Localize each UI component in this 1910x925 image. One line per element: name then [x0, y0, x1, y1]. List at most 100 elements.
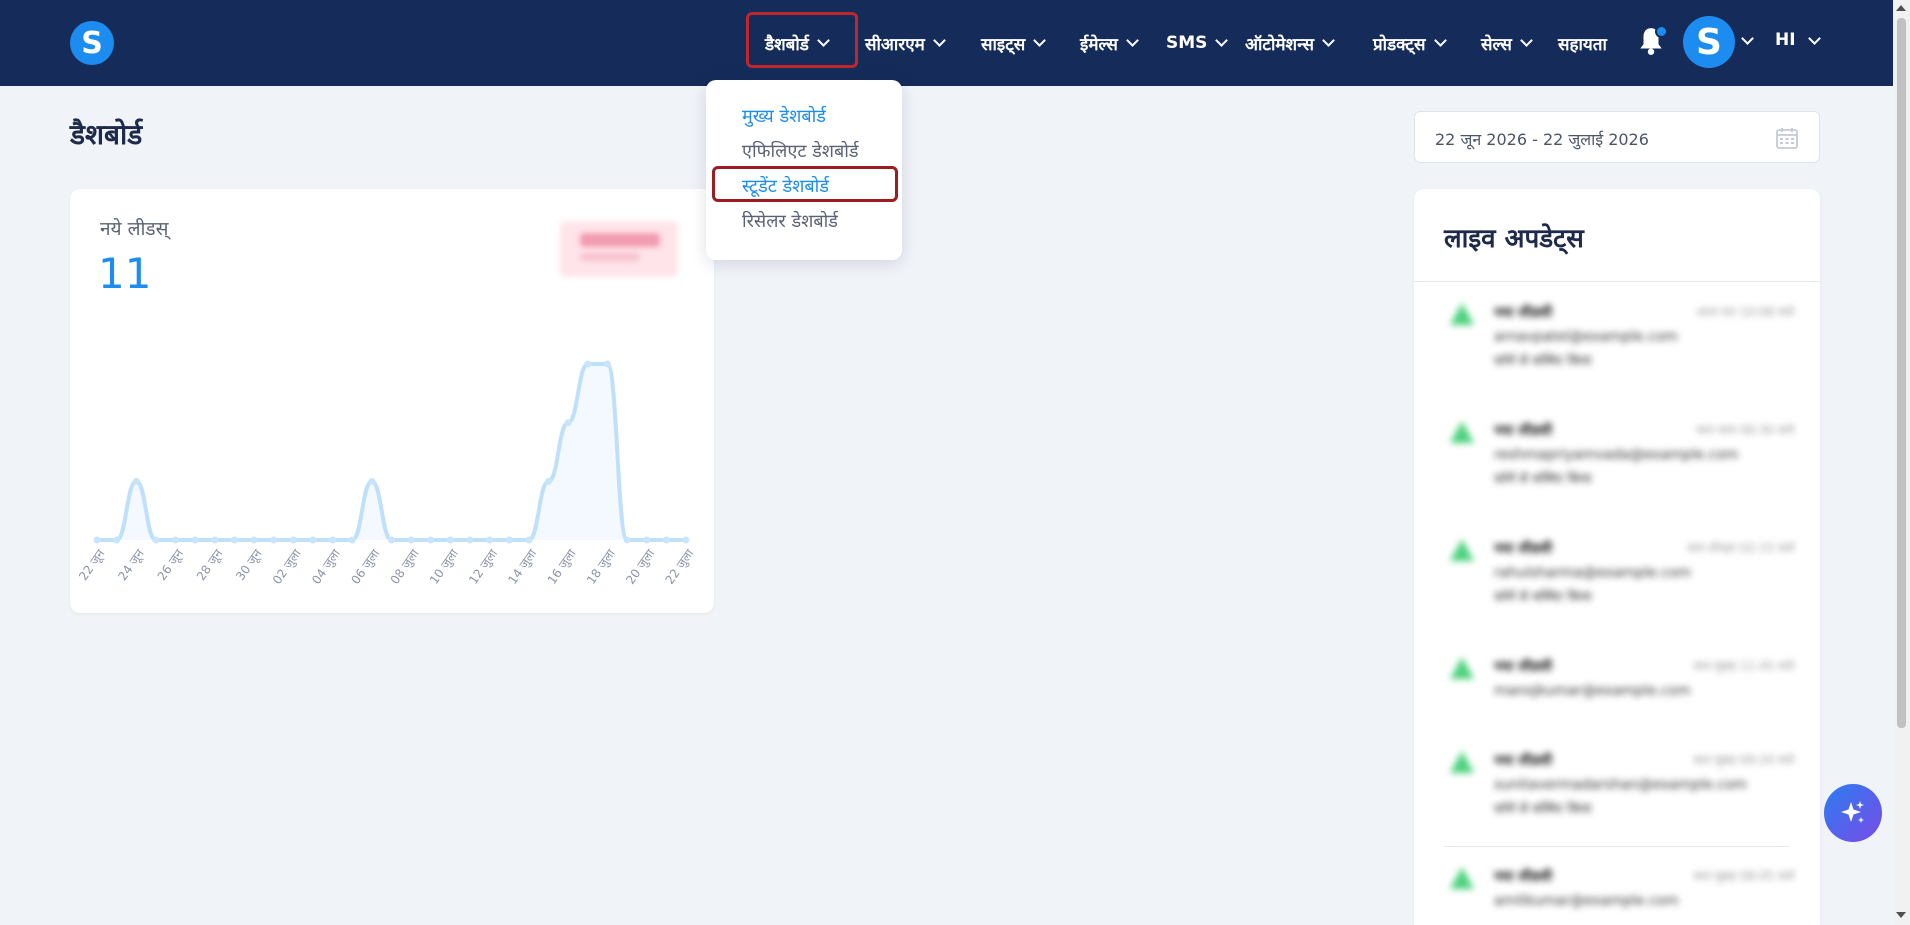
chart-point[interactable]: [329, 536, 337, 544]
update-time: कल सुबह 11:45 बजे: [1693, 659, 1794, 673]
chart-area: [97, 364, 686, 540]
nav-crm-label: सीआरएम: [865, 34, 925, 55]
dashboard-dropdown-menu: मुख्य डेशबोर्ड एफिलिएट डेशबोर्ड स्टूडेंट…: [706, 80, 902, 260]
update-email: rahulsharma@example.com: [1494, 565, 1692, 581]
chart-point[interactable]: [211, 536, 219, 544]
chevron-down-icon: [1215, 34, 1229, 47]
chart-point[interactable]: [289, 536, 297, 544]
language-selector[interactable]: HI: [1775, 30, 1796, 50]
menu-item-reseller-dashboard[interactable]: रिसेलर डेशबोर्ड: [742, 209, 838, 233]
chevron-down-icon[interactable]: [1808, 32, 1821, 45]
live-updates-title: लाइव अपडेट्स: [1444, 224, 1584, 254]
list-item: नया लीडसी कल दोपहर 02:15 बजे rahulsharma…: [1444, 525, 1794, 643]
chart-point[interactable]: [525, 536, 533, 544]
chart-point[interactable]: [564, 419, 572, 427]
chart-point[interactable]: [643, 536, 651, 544]
chart-point[interactable]: [368, 477, 376, 485]
user-icon: [1450, 867, 1474, 889]
x-tick-label: 02 जुला: [270, 546, 305, 587]
menu-item-main-dashboard[interactable]: मुख्य डेशबोर्ड: [742, 104, 826, 128]
chevron-down-icon: [1033, 34, 1047, 47]
x-tick-label: 22 जुला: [662, 546, 697, 587]
chevron-down-icon: [1519, 34, 1533, 47]
update-source: फ़ॉर्म से सब्मिट किया: [1494, 472, 1592, 487]
user-icon: [1450, 421, 1474, 443]
notification-dot: [1655, 25, 1668, 38]
nav-sites[interactable]: साइट्स: [981, 0, 1047, 86]
chart-point[interactable]: [348, 536, 356, 544]
chart-point[interactable]: [682, 536, 690, 544]
calendar-icon: [1776, 128, 1798, 149]
chevron-down-icon: [1322, 34, 1335, 47]
x-tick-label: 26 जून: [155, 546, 187, 583]
nav-sales-label: सेल्स: [1481, 34, 1512, 55]
nav-crm[interactable]: सीआरएम: [865, 0, 946, 86]
chart-point[interactable]: [662, 536, 670, 544]
update-email: reshmapriyamvada@example.com: [1494, 447, 1739, 463]
live-updates-panel: लाइव अपडेट्स नया लीडसी आज रात 10:08 बजे …: [1414, 189, 1820, 925]
x-tick-label: 04 जुला: [309, 546, 344, 587]
nav-automations[interactable]: ऑटोमेशन्स: [1245, 0, 1335, 86]
chart-point[interactable]: [545, 477, 553, 485]
update-title: नया लीडसी: [1494, 541, 1553, 557]
nav-automations-label: ऑटोमेशन्स: [1245, 34, 1315, 55]
nav-products[interactable]: प्रोडक्ट्स: [1373, 0, 1447, 86]
chart-point[interactable]: [388, 536, 395, 544]
update-source: फ़ॉर्म से सब्मिट किया: [1494, 590, 1592, 605]
top-navbar: S डैशबोर्ड सीआरएम साइट्स ईमेल्स SMS ऑटोम…: [0, 0, 1893, 86]
menu-item-affiliate-dashboard[interactable]: एफिलिएट डेशबोर्ड: [742, 139, 859, 163]
update-time: कल सुबह 08:05 बजे: [1693, 869, 1794, 883]
chevron-down-icon[interactable]: [1741, 32, 1754, 45]
chart-point[interactable]: [250, 536, 258, 544]
chart-point[interactable]: [270, 536, 278, 544]
nav-sms[interactable]: SMS: [1166, 0, 1229, 86]
scroll-up-arrow-icon[interactable]: [1896, 5, 1906, 11]
update-time: आज रात 10:08 बजे: [1696, 305, 1794, 319]
update-title: नया लीडसी: [1494, 869, 1553, 885]
x-tick-label: 28 जून: [194, 546, 226, 583]
nav-sales[interactable]: सेल्स: [1481, 0, 1533, 86]
nav-dashboard-highlight: [746, 12, 858, 68]
chart-point[interactable]: [584, 360, 592, 368]
scroll-down-arrow-icon[interactable]: [1896, 912, 1906, 918]
nav-emails[interactable]: ईमेल्स: [1080, 0, 1139, 86]
user-icon: [1450, 539, 1474, 561]
divider: [1444, 846, 1790, 847]
chevron-down-icon: [1433, 34, 1447, 47]
update-time: कल शाम 06:30 बजे: [1696, 423, 1794, 437]
nav-products-label: प्रोडक्ट्स: [1373, 34, 1426, 55]
chart-point[interactable]: [427, 536, 435, 544]
update-email: amitkumar@example.com: [1494, 893, 1679, 909]
chart-point[interactable]: [309, 536, 317, 544]
chart-point[interactable]: [132, 477, 140, 485]
update-source: फ़ॉर्म से सब्मिट किया: [1494, 802, 1592, 817]
chart-point[interactable]: [407, 536, 415, 544]
chart-point[interactable]: [191, 536, 199, 544]
ai-assistant-button[interactable]: [1824, 784, 1882, 842]
chart-point[interactable]: [505, 536, 513, 544]
x-tick-label: 22 जून: [76, 546, 108, 583]
x-tick-label: 18 जुला: [584, 546, 619, 587]
chart-point[interactable]: [603, 360, 611, 368]
chart-point[interactable]: [113, 536, 121, 544]
app-logo[interactable]: S: [70, 21, 114, 65]
x-tick-label: 16 जुला: [545, 546, 580, 587]
menu-item-student-dashboard[interactable]: स्टूडेंट डेशबोर्ड: [742, 174, 829, 198]
chart-point[interactable]: [172, 536, 180, 544]
update-title: नया लीडसी: [1494, 423, 1553, 439]
chart-point[interactable]: [486, 536, 494, 544]
x-tick-label: 14 जुला: [505, 546, 540, 587]
update-email: manojkumar@example.com: [1494, 683, 1691, 699]
chart-point[interactable]: [466, 536, 474, 544]
chart-point[interactable]: [152, 536, 160, 544]
date-range-value: 22 जून 2026 - 22 जुलाई 2026: [1435, 130, 1649, 149]
scrollbar-thumb[interactable]: [1897, 18, 1906, 728]
chart-point[interactable]: [230, 536, 238, 544]
chart-point[interactable]: [93, 536, 101, 544]
chart-point[interactable]: [623, 536, 631, 544]
chart-point[interactable]: [446, 536, 454, 544]
update-time: कल दोपहर 02:15 बजे: [1687, 541, 1794, 555]
date-range-picker[interactable]: 22 जून 2026 - 22 जुलाई 2026: [1414, 111, 1820, 163]
nav-help[interactable]: सहायता: [1558, 0, 1607, 86]
avatar[interactable]: S: [1683, 16, 1735, 68]
